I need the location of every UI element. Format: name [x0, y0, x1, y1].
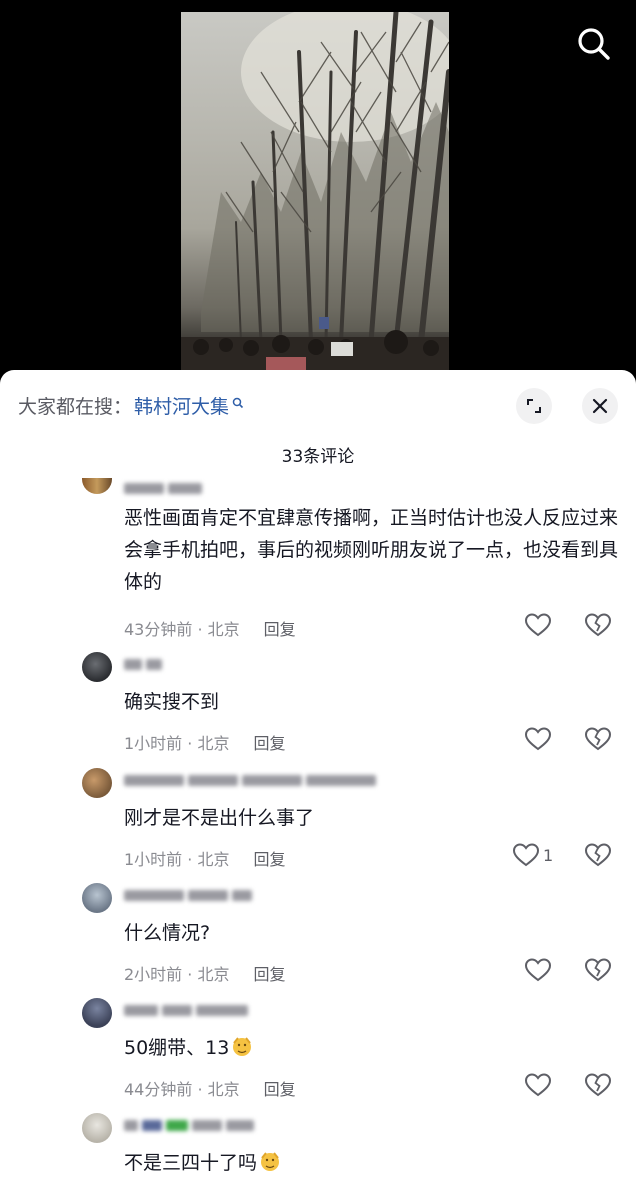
comment-text: 什么情况?: [124, 922, 211, 944]
broken-heart-icon: [584, 613, 612, 637]
reply-button[interactable]: 回复: [253, 846, 285, 870]
like-button[interactable]: [524, 612, 555, 638]
avatar[interactable]: [82, 998, 112, 1028]
nickname[interactable]: [124, 480, 202, 496]
comment-meta: 2小时前 · 北京 回复: [124, 961, 285, 985]
comment-text-body: 50绷带、13: [124, 1037, 230, 1059]
comment-meta: 1小时前 · 北京 回复: [124, 846, 285, 870]
close-button[interactable]: [582, 388, 618, 424]
comment-meta: 43分钟前 · 北京 回复: [124, 616, 296, 640]
dislike-button[interactable]: [584, 726, 612, 756]
comment-text: 50绷带、13: [124, 1032, 620, 1064]
comment-text: 恶性画面肯定不宜肆意传播啊，正当时估计也没人反应过来会拿手机拍吧，事后的视频刚听…: [124, 507, 619, 593]
comment-meta: 1小时前 · 北京 回复: [124, 730, 285, 754]
comment-text: 不是三四十了吗: [124, 1147, 620, 1179]
trending-keyword[interactable]: 韩村河大集: [134, 392, 229, 419]
heart-icon: [524, 1073, 552, 1097]
dislike-button[interactable]: [584, 1072, 612, 1102]
broken-heart-icon: [584, 958, 612, 982]
search-icon: [578, 28, 610, 60]
like-button[interactable]: [524, 1072, 555, 1098]
dislike-button[interactable]: [584, 612, 612, 642]
heart-icon: [524, 958, 552, 982]
expand-button[interactable]: [516, 388, 552, 424]
avatar[interactable]: [82, 652, 112, 682]
trending-label: 大家都在搜：: [18, 396, 133, 418]
comment-count-title: 33条评论: [281, 447, 355, 467]
reply-button[interactable]: 回复: [253, 961, 285, 985]
like-button[interactable]: [524, 957, 555, 983]
comment-text-body: 不是三四十了吗: [124, 1152, 258, 1174]
nickname[interactable]: [124, 656, 162, 672]
comment-time-location: 43分钟前 · 北京: [124, 620, 240, 639]
heart-icon: [512, 843, 540, 867]
avatar[interactable]: [82, 1113, 112, 1143]
broken-heart-icon: [584, 843, 612, 867]
heart-icon: [524, 727, 552, 751]
clapping-emoji-icon: [259, 1150, 281, 1172]
comment-text: 确实搜不到: [124, 691, 220, 713]
like-count: 1: [543, 845, 554, 865]
trending-search[interactable]: 大家都在搜： 韩村河大集: [18, 392, 244, 419]
avatar[interactable]: [82, 768, 112, 798]
comment-sheet: 大家都在搜： 韩村河大集 33条评论 恶性画面肯定不宜肆意传播啊，正当时估计也没…: [0, 370, 636, 1199]
video-thumbnail: [181, 12, 449, 372]
like-button[interactable]: 1: [512, 842, 553, 868]
nickname[interactable]: [124, 1117, 254, 1133]
like-button[interactable]: [524, 726, 555, 752]
nickname[interactable]: [124, 1002, 248, 1018]
comment-time-location: 1小时前 · 北京: [124, 850, 230, 869]
search-button[interactable]: [572, 22, 616, 66]
avatar[interactable]: [82, 883, 112, 913]
comment-text: 刚才是不是出什么事了: [124, 807, 315, 829]
small-search-icon: [232, 392, 244, 414]
close-icon: [592, 398, 608, 414]
comment-meta: 44分钟前 · 北京 回复: [124, 1076, 296, 1100]
nickname[interactable]: [124, 772, 376, 788]
avatar[interactable]: [82, 478, 112, 494]
video-frame[interactable]: [181, 12, 449, 372]
comment-time-location: 2小时前 · 北京: [124, 965, 230, 984]
comment-time-location: 1小时前 · 北京: [124, 734, 230, 753]
reply-button[interactable]: 回复: [264, 616, 296, 640]
reply-button[interactable]: 回复: [253, 730, 285, 754]
dislike-button[interactable]: [584, 842, 612, 872]
video-player[interactable]: [0, 0, 636, 372]
reply-button[interactable]: 回复: [264, 1076, 296, 1100]
expand-icon: [527, 399, 541, 413]
nickname[interactable]: [124, 887, 252, 903]
dislike-button[interactable]: [584, 957, 612, 987]
sheet-header: 大家都在搜： 韩村河大集: [0, 370, 636, 440]
broken-heart-icon: [584, 727, 612, 751]
heart-icon: [524, 613, 552, 637]
clapping-emoji-icon: [231, 1035, 253, 1057]
broken-heart-icon: [584, 1073, 612, 1097]
comment-time-location: 44分钟前 · 北京: [124, 1080, 240, 1099]
